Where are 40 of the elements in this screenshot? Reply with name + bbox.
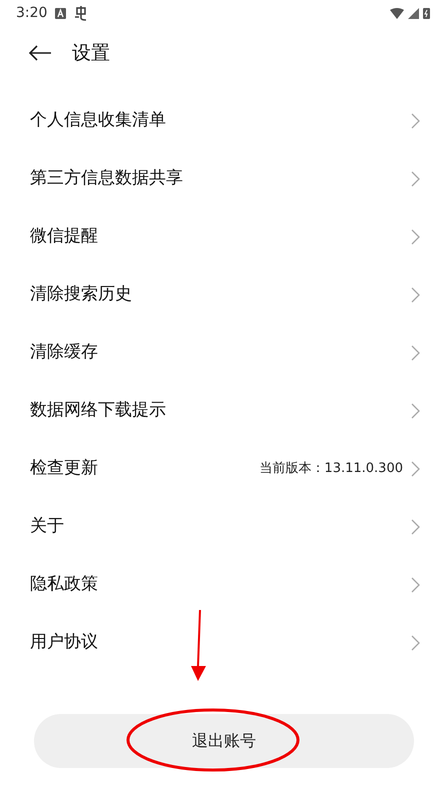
settings-row[interactable]: 第三方信息数据共享 (0, 150, 448, 208)
status-time: 3:20 (16, 4, 48, 22)
version-text: 当前版本：13.11.0.300 (259, 460, 403, 478)
row-label: 个人信息收集清单 (30, 109, 166, 132)
row-label: 数据网络下载提示 (30, 399, 166, 422)
chevron-icon (411, 403, 420, 419)
chevron-icon (411, 171, 420, 187)
chevron-icon (411, 345, 420, 361)
chevron-icon (411, 635, 420, 651)
row-label: 检查更新 (30, 457, 98, 480)
chevron-icon (411, 577, 420, 593)
settings-row[interactable]: 检查更新 当前版本：13.11.0.300 (0, 440, 448, 498)
battery-icon (423, 7, 430, 19)
row-label: 微信提醒 (30, 225, 98, 248)
settings-row[interactable]: 清除搜索历史 (0, 266, 448, 324)
chevron-icon (411, 113, 420, 129)
settings-row[interactable]: 关于 (0, 498, 448, 556)
row-label: 第三方信息数据共享 (30, 167, 183, 190)
notification-icon (55, 8, 66, 18)
row-label: 关于 (30, 515, 64, 538)
chevron-icon (411, 287, 420, 303)
settings-row[interactable]: 微信提醒 (0, 208, 448, 266)
settings-row[interactable]: 用户协议 (0, 614, 448, 672)
chevron-icon (411, 229, 420, 245)
page-title: 设置 (72, 40, 110, 66)
row-label: 用户协议 (30, 631, 98, 654)
annotation-arrow (191, 610, 206, 681)
row-label: 清除搜索历史 (30, 283, 132, 306)
settings-row[interactable]: 数据网络下载提示 (0, 382, 448, 440)
settings-row[interactable]: 清除缓存 (0, 324, 448, 382)
chevron-icon (411, 519, 420, 535)
logout-button[interactable]: 退出账号 (34, 714, 414, 768)
row-label: 隐私政策 (30, 573, 98, 596)
settings-row[interactable]: 个人信息收集清单 (0, 92, 448, 150)
row-label: 清除缓存 (30, 341, 98, 364)
settings-row[interactable]: 隐私政策 (0, 556, 448, 614)
back-arrow-icon[interactable] (28, 45, 52, 61)
chevron-icon (411, 461, 420, 477)
wifi-icon (390, 8, 404, 18)
signal-icon (408, 8, 419, 18)
